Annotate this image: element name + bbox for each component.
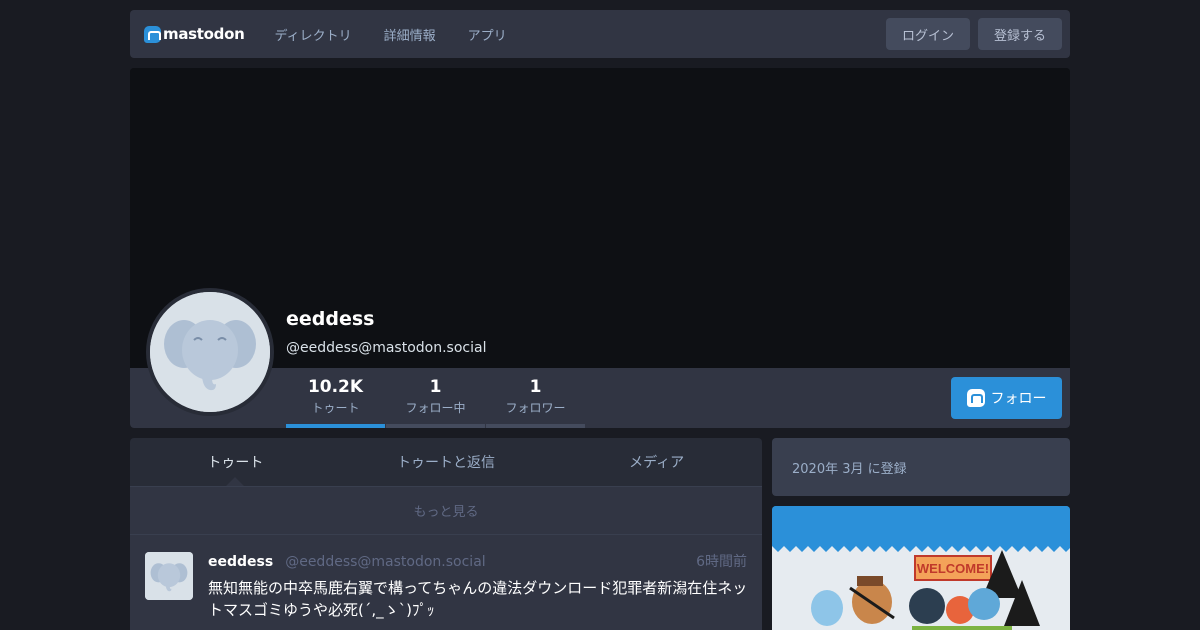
counter-toots[interactable]: 10.2K トゥート	[286, 368, 385, 428]
load-more-link[interactable]: もっと見る	[130, 486, 762, 535]
tab-toots[interactable]: トゥート	[130, 438, 341, 486]
counter-label: フォロワー	[505, 401, 566, 415]
profile-avatar	[146, 288, 274, 416]
mastodon-icon	[144, 25, 161, 43]
profile-counters: 10.2K トゥート 1 フォロー中 1 フォロワー	[286, 368, 586, 428]
status-content: 無知無能の中卒馬鹿右翼で構ってちゃんの違法ダウンロード犯罪者新潟在住ネットマスゴ…	[208, 579, 748, 619]
profile-display-name: eeddess	[286, 308, 375, 330]
follow-button-label: フォロー	[990, 391, 1047, 407]
nav-link-apps[interactable]: アプリ	[468, 25, 507, 44]
welcome-hero-image: WELCOME!	[772, 506, 1070, 630]
profile-banner	[130, 68, 1070, 368]
page-wrapper: mastodon ディレクトリ 詳細情報 アプリ ログイン 登録する eedde…	[130, 10, 1070, 428]
tab-toots-and-replies[interactable]: トゥートと返信	[341, 438, 552, 486]
top-nav: mastodon ディレクトリ 詳細情報 アプリ ログイン 登録する	[130, 10, 1070, 58]
status-acct[interactable]: @eeddess@mastodon.social	[285, 554, 485, 570]
nav-link-directory[interactable]: ディレクトリ	[274, 25, 351, 44]
mastodon-logo[interactable]: mastodon	[144, 25, 245, 43]
counter-label: フォロー中	[405, 401, 466, 415]
profile-header: eeddess @eeddess@mastodon.social 10.2K ト…	[130, 68, 1070, 428]
main-column: トゥート トゥートと返信 メディア もっと見る eeddess @eeddess…	[130, 438, 762, 630]
tab-media[interactable]: メディア	[551, 438, 762, 486]
counter-following[interactable]: 1 フォロー中	[386, 368, 485, 428]
status-item[interactable]: eeddess @eeddess@mastodon.social 6時間前 無知…	[130, 535, 762, 630]
status-header: eeddess @eeddess@mastodon.social 6時間前	[208, 551, 747, 571]
status-display-name[interactable]: eeddess	[208, 554, 273, 570]
counter-value: 1	[429, 377, 442, 397]
profile-acct: @eeddess@mastodon.social	[286, 340, 487, 356]
status-timestamp[interactable]: 6時間前	[696, 551, 747, 571]
mastodon-icon	[966, 389, 985, 407]
counter-followers[interactable]: 1 フォロワー	[486, 368, 585, 428]
joined-date: 2020年 3月 に登録	[772, 438, 1070, 496]
status-avatar[interactable]	[145, 552, 193, 600]
elephant-avatar-icon	[145, 552, 193, 600]
signup-button[interactable]: 登録する	[977, 18, 1062, 50]
login-button[interactable]: ログイン	[885, 18, 970, 50]
nav-link-about[interactable]: 詳細情報	[384, 25, 436, 44]
welcome-illustration: WELCOME!	[772, 506, 1070, 630]
profile-counter-bar	[130, 368, 1070, 428]
welcome-sign-text: WELCOME!	[917, 561, 989, 576]
counter-value: 10.2K	[307, 377, 364, 397]
sidebar: 2020年 3月 に登録 WELCOME!	[772, 438, 1070, 630]
logo-text: mastodon	[163, 25, 245, 43]
follow-button[interactable]: フォロー	[951, 377, 1062, 419]
counter-label: トゥート	[311, 401, 360, 415]
profile-tabs: トゥート トゥートと返信 メディア	[130, 438, 762, 486]
elephant-avatar-icon	[150, 292, 270, 412]
counter-value: 1	[529, 377, 542, 397]
